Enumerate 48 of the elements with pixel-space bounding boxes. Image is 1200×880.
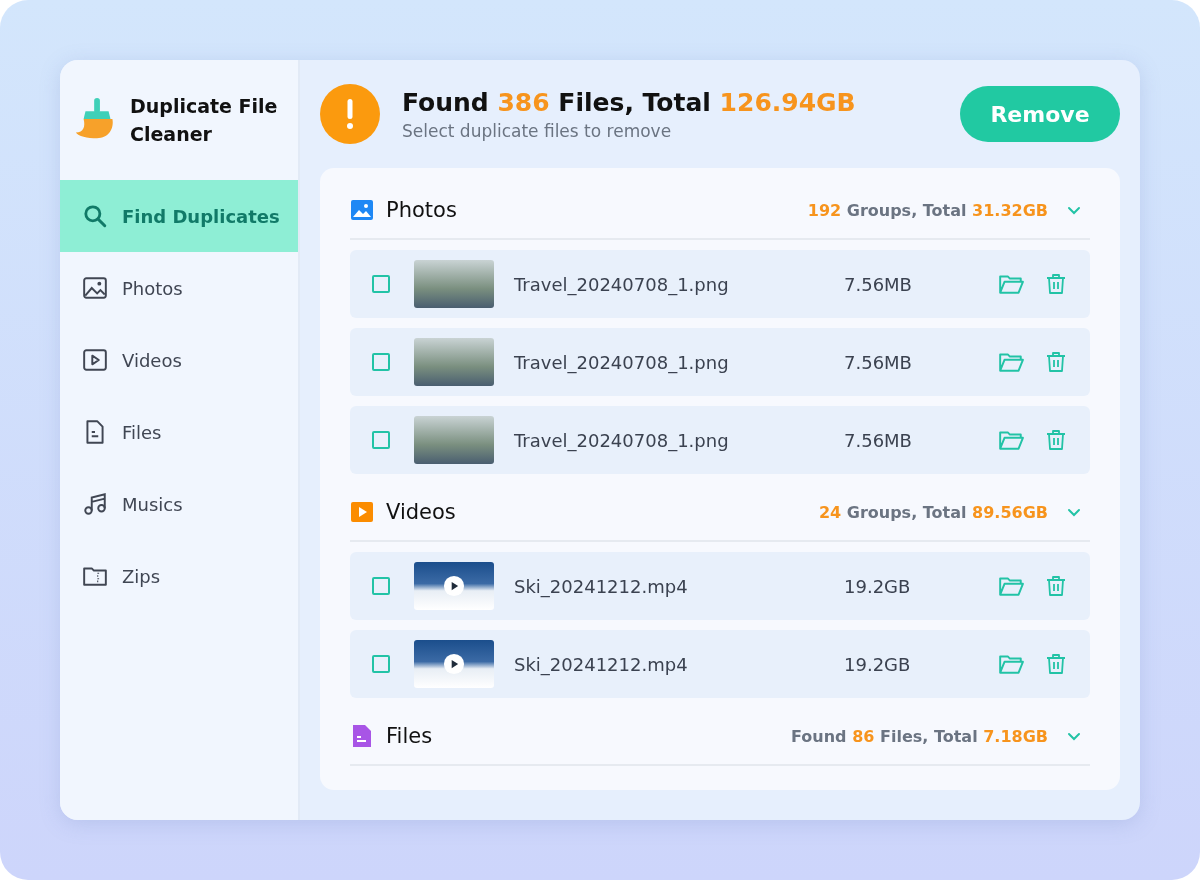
search-icon xyxy=(82,203,108,229)
app-name: Duplicate File Cleaner xyxy=(130,94,279,147)
file-row[interactable]: Travel_20240708_1.png 7.56MB xyxy=(350,406,1090,474)
play-icon xyxy=(82,347,108,373)
section-title: Photos xyxy=(386,198,458,222)
checkbox[interactable] xyxy=(372,353,390,371)
file-size: 7.56MB xyxy=(844,351,913,373)
sidebar-item[interactable]: Videos xyxy=(60,324,298,396)
file-size: 19.2GB xyxy=(844,653,912,675)
file-size: 7.56MB xyxy=(844,273,913,295)
trash-icon[interactable] xyxy=(1044,574,1068,598)
sidebar-item[interactable]: Find Duplicates xyxy=(60,180,298,252)
section-summary: 24 Groups, Total 89.56GB xyxy=(818,502,1048,522)
checkbox[interactable] xyxy=(372,275,390,293)
result-summary: Found 386 Files, Total 126.94GB xyxy=(402,87,857,117)
trash-icon[interactable] xyxy=(1044,652,1068,676)
file-row[interactable]: Ski_20241212.mp4 19.2GB xyxy=(350,552,1090,620)
sidebar-item[interactable]: Photos xyxy=(60,252,298,324)
file-row[interactable]: Ski_20241212.mp4 19.2GB xyxy=(350,630,1090,698)
trash-icon[interactable] xyxy=(1044,428,1068,452)
file-name: Ski_20241212.mp4 xyxy=(514,575,689,597)
file-row[interactable]: Travel_20240708_1.png 7.56MB xyxy=(350,328,1090,396)
sidebar-item[interactable]: Zips xyxy=(60,540,298,612)
image-icon xyxy=(350,198,374,222)
play-icon xyxy=(350,500,374,524)
section-summary: 192 Groups, Total 31.32GB xyxy=(807,200,1048,220)
warning-icon xyxy=(320,84,380,144)
file-size: 7.56MB xyxy=(844,429,913,451)
file-name: Travel_20240708_1.png xyxy=(514,273,730,295)
music-note-icon xyxy=(82,491,108,517)
image-icon xyxy=(82,275,108,301)
section-summary: Found 86 Files, Total 7.18GB xyxy=(791,726,1048,746)
checkbox[interactable] xyxy=(372,577,390,595)
file-row[interactable]: Travel_20240708_1.png 7.56MB xyxy=(350,250,1090,318)
file-name: Travel_20240708_1.png xyxy=(514,429,730,451)
trash-icon[interactable] xyxy=(1044,272,1068,296)
section-title: Videos xyxy=(386,500,457,524)
trash-icon[interactable] xyxy=(1044,350,1068,374)
sidebar-item[interactable]: Musics xyxy=(60,468,298,540)
checkbox[interactable] xyxy=(372,431,390,449)
document-icon xyxy=(350,724,374,748)
section-title: Files xyxy=(386,724,434,748)
sidebar-item[interactable]: Files xyxy=(60,396,298,468)
checkbox[interactable] xyxy=(372,655,390,673)
file-name: Travel_20240708_1.png xyxy=(514,351,730,373)
file-name: Ski_20241212.mp4 xyxy=(514,653,689,675)
instruction-text: Select duplicate files to remove xyxy=(402,120,673,141)
file-size: 19.2GB xyxy=(844,575,912,597)
